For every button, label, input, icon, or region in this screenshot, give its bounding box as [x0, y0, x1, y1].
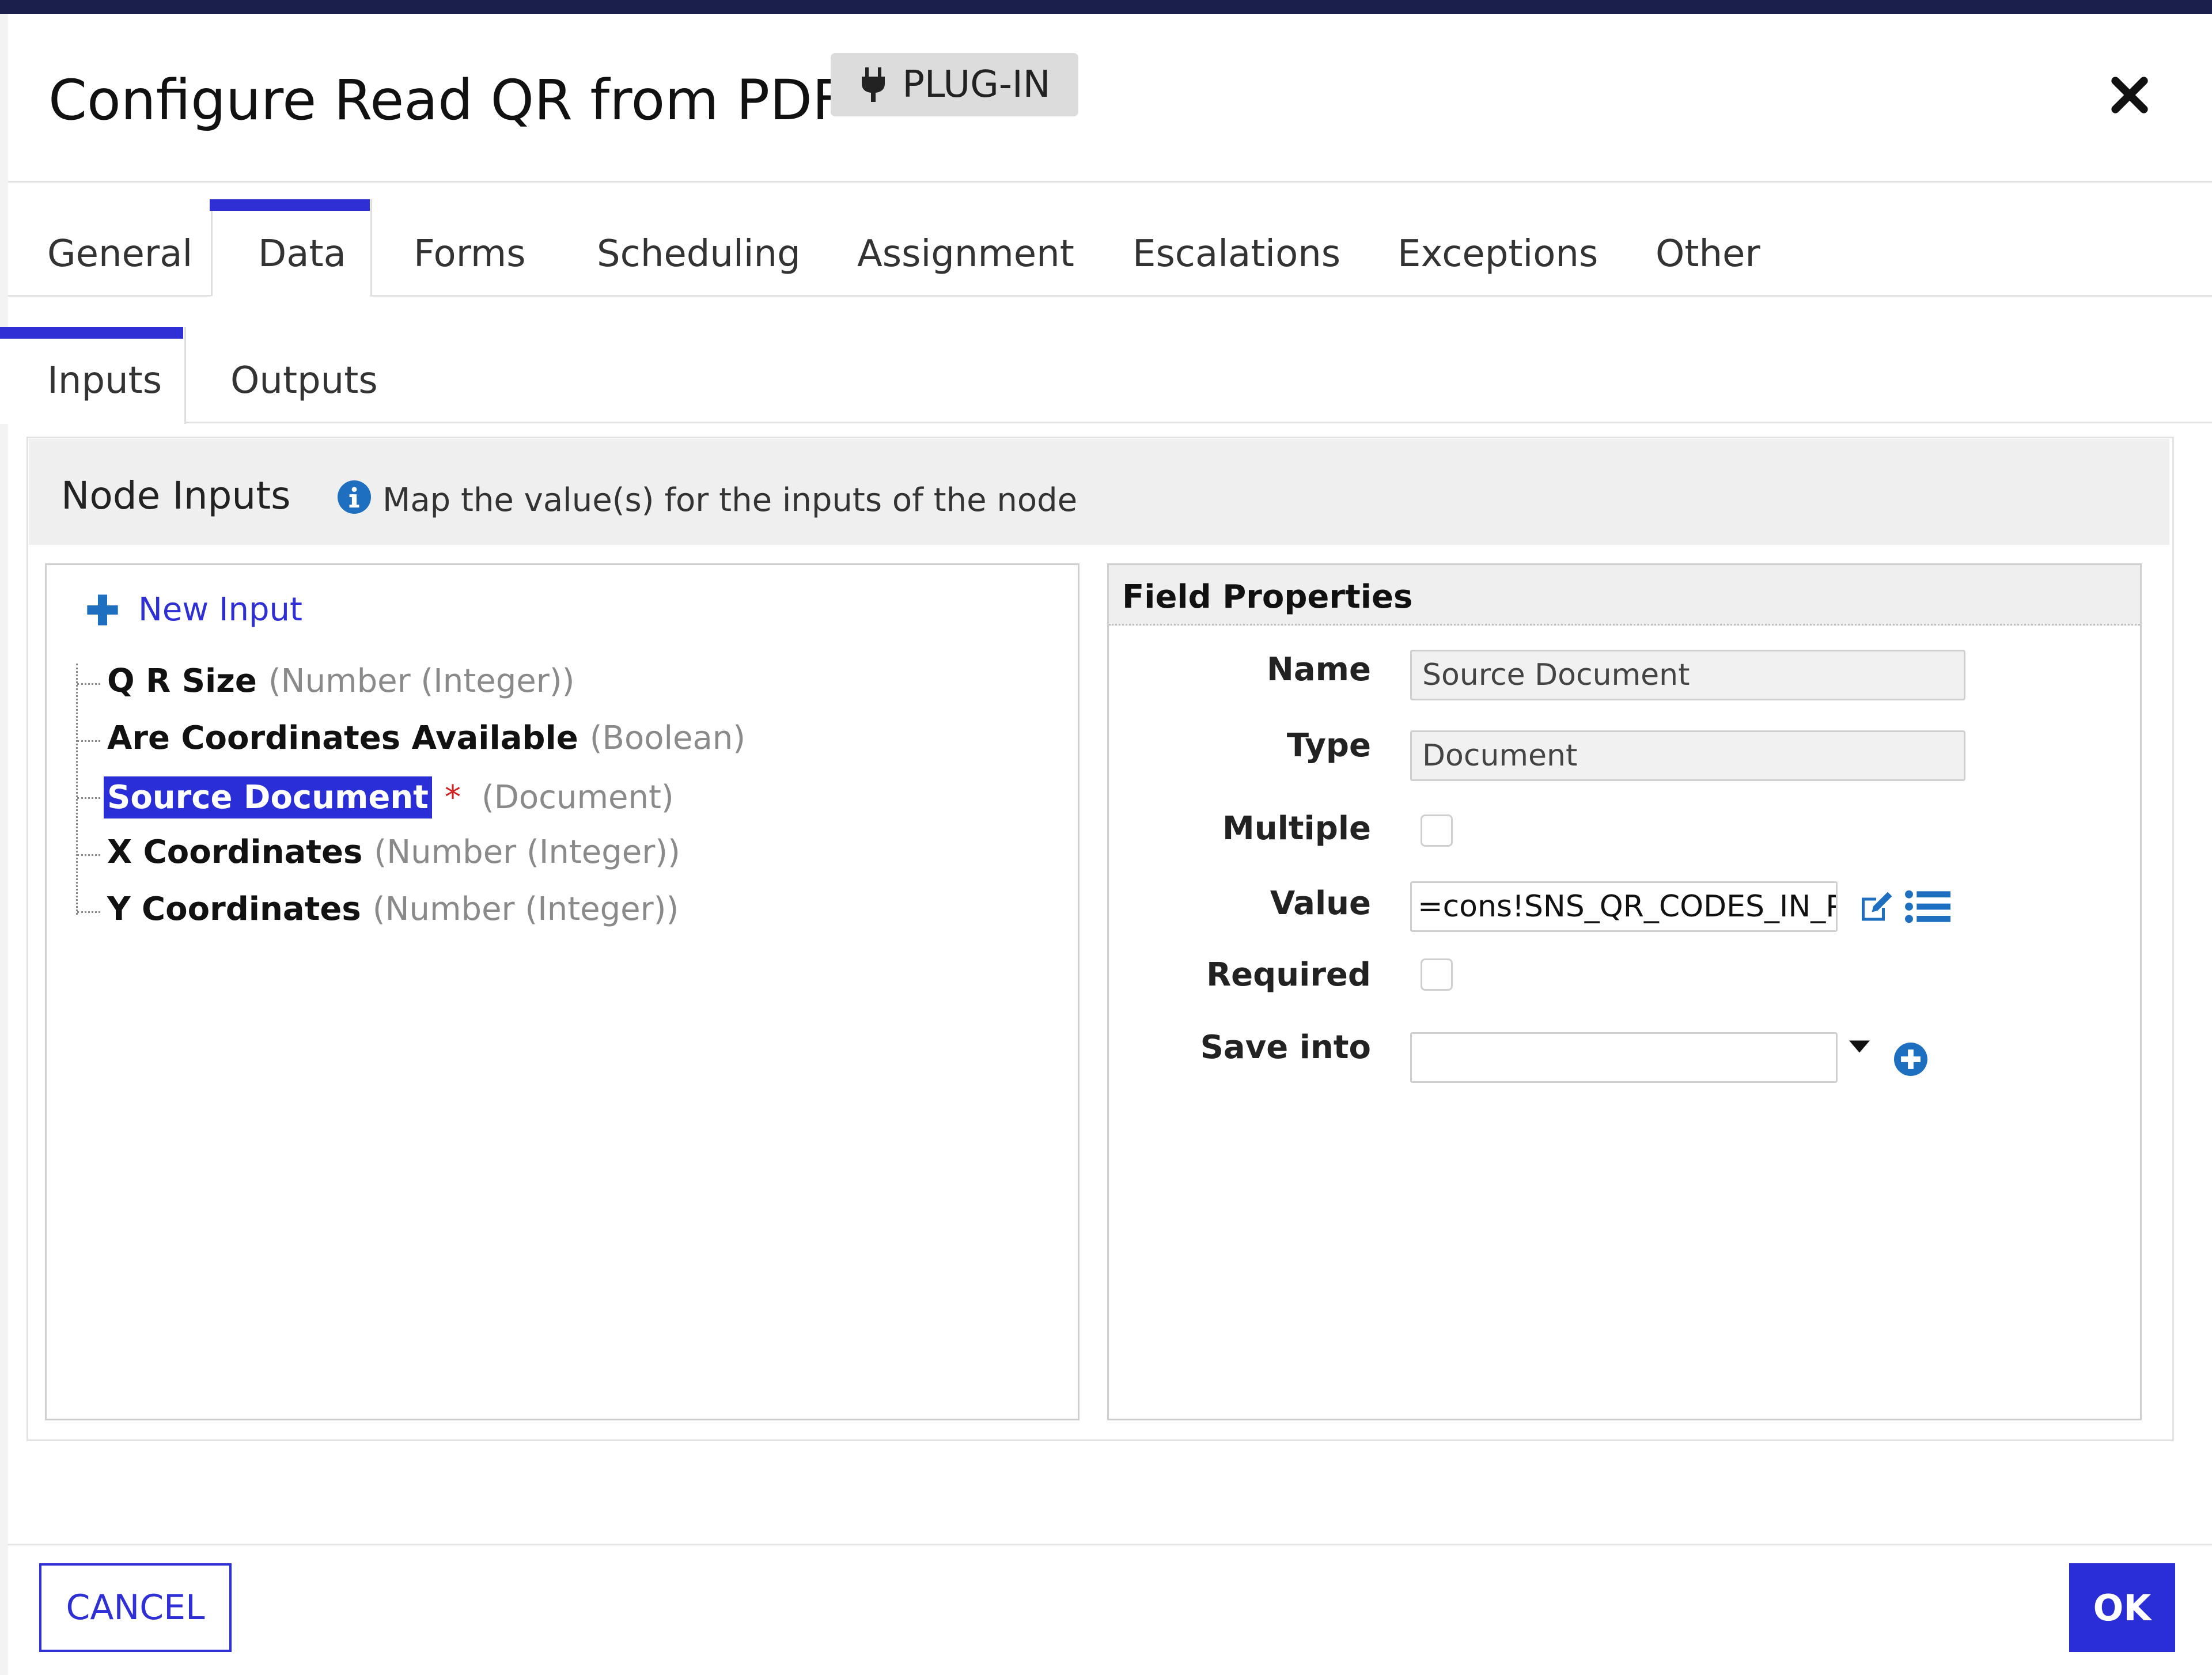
- subtab-inputs[interactable]: Inputs: [47, 359, 162, 402]
- plugin-badge-label: PLUG-IN: [902, 63, 1051, 106]
- node-inputs-title: Node Inputs: [61, 473, 291, 518]
- tree-item-type: (Document): [481, 779, 674, 816]
- plug-icon: [862, 67, 885, 102]
- tree-item-name: Y Coordinates: [107, 890, 361, 928]
- tabs-divider-left: [8, 295, 211, 297]
- tree-connector-vertical: [76, 664, 78, 915]
- ok-button[interactable]: OK: [2069, 1563, 2175, 1652]
- required-checkbox[interactable]: [1421, 958, 1453, 991]
- list-icon[interactable]: [1904, 888, 1950, 925]
- tree-connector: [77, 797, 100, 799]
- tree-item-name: Are Coordinates Available: [107, 719, 578, 757]
- tree-item-type: (Number (Integer)): [374, 833, 680, 871]
- value-field[interactable]: =cons!SNS_QR_CODES_IN_PDF: [1410, 881, 1838, 932]
- tree-item-x-coordinates[interactable]: X Coordinates (Number (Integer)): [107, 833, 680, 871]
- tab-other[interactable]: Other: [1656, 233, 1760, 275]
- title-divider: [8, 181, 2212, 183]
- tree-item-qr-size[interactable]: Q R Size (Number (Integer)): [107, 662, 574, 700]
- tabs-divider-right: [370, 295, 2212, 297]
- name-label: Name: [1267, 651, 1371, 688]
- new-input-label: New Input: [138, 591, 302, 628]
- tree-item-name: Source Document: [104, 776, 432, 818]
- tab-data[interactable]: Data: [258, 233, 346, 275]
- subtab-active-indicator: [0, 327, 183, 339]
- save-into-field[interactable]: [1410, 1032, 1838, 1083]
- node-inputs-info-text: Map the value(s) for the inputs of the n…: [382, 482, 1078, 519]
- required-label: Required: [1206, 956, 1371, 994]
- info-icon: [338, 480, 371, 514]
- multiple-label: Multiple: [1222, 810, 1371, 847]
- tab-escalations[interactable]: Escalations: [1132, 233, 1340, 275]
- tab-exceptions[interactable]: Exceptions: [1397, 233, 1598, 275]
- plus-icon: [87, 594, 118, 626]
- tree-item-type: (Boolean): [589, 719, 746, 757]
- tree-item-type: (Number (Integer)): [268, 662, 575, 700]
- edit-expression-icon[interactable]: [1857, 890, 1895, 925]
- value-label: Value: [1270, 885, 1371, 922]
- tab-scheduling[interactable]: Scheduling: [597, 233, 801, 275]
- close-icon[interactable]: [2108, 74, 2151, 116]
- window-top-bar: [0, 0, 2212, 14]
- required-marker: *: [444, 779, 461, 816]
- add-circle-icon[interactable]: [1894, 1043, 1927, 1076]
- tab-forms[interactable]: Forms: [414, 233, 526, 275]
- multiple-checkbox[interactable]: [1421, 814, 1453, 847]
- subtab-outputs[interactable]: Outputs: [230, 359, 378, 402]
- cancel-button[interactable]: CANCEL: [39, 1563, 232, 1652]
- tab-assignment[interactable]: Assignment: [857, 233, 1074, 275]
- name-field[interactable]: Source Document: [1410, 650, 1965, 700]
- field-properties-title: Field Properties: [1122, 578, 1413, 616]
- save-into-label: Save into: [1200, 1029, 1371, 1066]
- tree-connector: [77, 911, 100, 913]
- tree-connector: [77, 854, 100, 856]
- type-field[interactable]: Document: [1410, 730, 1965, 781]
- tree-item-name: Q R Size: [107, 662, 257, 700]
- type-label: Type: [1286, 727, 1371, 764]
- new-input-button[interactable]: New Input: [84, 591, 302, 628]
- subtabs-divider: [184, 422, 2212, 423]
- footer-divider: [8, 1544, 2212, 1545]
- tree-connector: [77, 683, 100, 685]
- tree-item-are-coordinates-available[interactable]: Are Coordinates Available (Boolean): [107, 719, 745, 757]
- tree-item-y-coordinates[interactable]: Y Coordinates (Number (Integer)): [107, 890, 679, 928]
- plugin-badge: PLUG-IN: [831, 53, 1078, 116]
- caret-down-icon[interactable]: [1849, 1040, 1870, 1053]
- tab-active-indicator: [210, 199, 370, 211]
- tab-general[interactable]: General: [47, 233, 192, 275]
- dialog-title: Configure Read QR from PDF: [48, 68, 844, 132]
- tree-item-type: (Number (Integer)): [372, 890, 679, 928]
- tree-connector: [77, 740, 100, 742]
- tree-item-name: X Coordinates: [107, 833, 363, 871]
- tree-item-source-document[interactable]: Source Document * (Document): [104, 776, 674, 818]
